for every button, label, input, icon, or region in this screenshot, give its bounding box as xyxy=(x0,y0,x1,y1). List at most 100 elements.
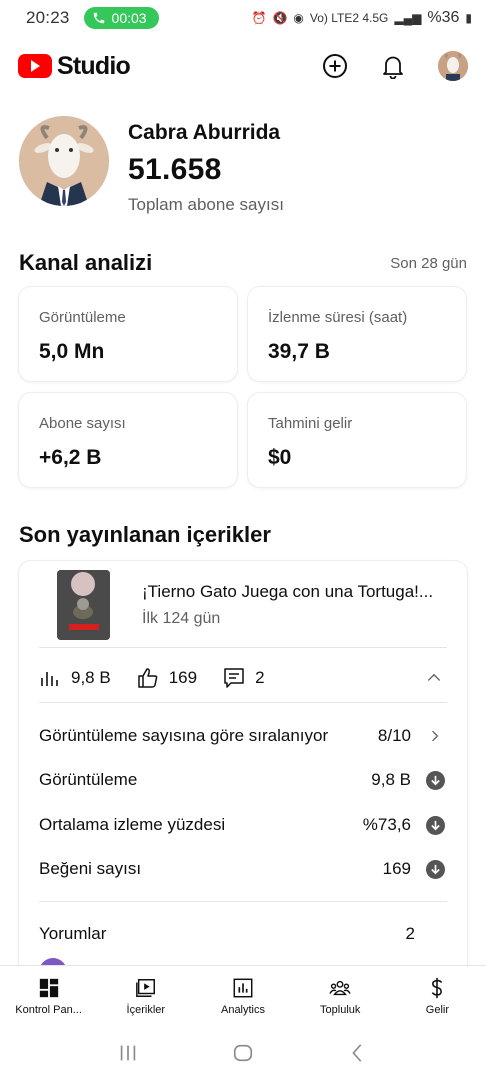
notifications-button[interactable] xyxy=(380,53,406,79)
account-avatar[interactable] xyxy=(438,51,468,81)
comments-count: 2 xyxy=(405,924,415,943)
community-icon xyxy=(328,976,352,1000)
metric-row-avg-percent[interactable]: Ortalama izleme yüzdesi %73,6 xyxy=(39,810,445,840)
status-time: 20:23 xyxy=(26,8,70,27)
nav-label: İçerikler xyxy=(126,1004,166,1016)
metric-value: 169 xyxy=(382,859,411,878)
nav-label: Analytics xyxy=(220,1004,266,1016)
metric-card-value: 39,7 B xyxy=(268,340,330,363)
nav-community[interactable]: Topluluk xyxy=(292,966,389,1025)
metric-label: Beğeni sayısı xyxy=(39,859,142,878)
nav-label: Gelir xyxy=(425,1004,450,1016)
metric-card-label: Görüntüleme xyxy=(39,309,126,326)
arrow-down-icon xyxy=(425,815,445,835)
subscriber-label: Toplam abone sayısı xyxy=(128,195,284,214)
metric-card-views[interactable]: Görüntüleme 5,0 Mn xyxy=(19,287,237,381)
logo-text: Studio xyxy=(57,51,131,80)
divider xyxy=(39,901,447,902)
metric-card-value: +6,2 B xyxy=(39,446,102,469)
bottom-nav: Kontrol Pan... İçerikler Analytics Toplu… xyxy=(0,965,486,1025)
ranking-row[interactable]: Görüntüleme sayısına göre sıralanıyor 8/… xyxy=(39,721,445,751)
video-thumbnail[interactable] xyxy=(57,570,110,640)
alarm-icon: ⏰ xyxy=(251,11,267,25)
nav-label: Kontrol Pan... xyxy=(15,1004,82,1016)
likes-stat: 169 xyxy=(137,667,197,689)
nav-earn[interactable]: Gelir xyxy=(389,966,486,1025)
hotspot-icon: ◉ xyxy=(293,11,304,25)
metric-card-value: 5,0 Mn xyxy=(39,340,105,363)
channel-header: Cabra Aburrida 51.658 Toplam abone sayıs… xyxy=(19,116,284,215)
video-item[interactable]: ¡Tierno Gato Juega con una Tortuga!... İ… xyxy=(57,569,447,641)
analytics-icon xyxy=(231,976,255,1000)
metric-row-views[interactable]: Görüntüleme 9,8 B xyxy=(39,765,445,795)
app-bar: Studio xyxy=(0,44,486,88)
collapse-button[interactable] xyxy=(423,667,445,689)
studio-logo[interactable]: Studio xyxy=(18,51,131,81)
home-icon[interactable] xyxy=(231,1041,255,1065)
metric-row-likes[interactable]: Beğeni sayısı 169 xyxy=(39,854,445,884)
ranking-value: 8/10 xyxy=(377,726,411,745)
earn-icon xyxy=(425,976,449,1000)
recent-apps-icon[interactable] xyxy=(116,1041,140,1065)
thumbs-up-icon xyxy=(137,668,158,688)
status-bar: 20:23 00:03 ⏰ 🔇 ◉ Vo) LTE2 4.5G ▂▄▆ %36 … xyxy=(0,0,486,36)
channel-avatar[interactable] xyxy=(19,116,109,206)
nav-label: Topluluk xyxy=(320,1004,361,1016)
video-title: ¡Tierno Gato Juega con una Tortuga!... xyxy=(142,582,434,601)
arrow-down-icon xyxy=(425,770,445,790)
chevron-up-icon xyxy=(427,673,441,681)
recent-content-card: ¡Tierno Gato Juega con una Tortuga!... İ… xyxy=(19,561,467,981)
likes-value: 169 xyxy=(168,668,198,687)
views-stat: 9,8 B xyxy=(39,667,111,689)
battery-icon: ▮ xyxy=(465,11,472,25)
metric-card-value: $0 xyxy=(268,446,292,469)
channel-name: Cabra Aburrida xyxy=(128,121,281,144)
dashboard-icon xyxy=(37,976,61,1000)
metric-label: Görüntüleme xyxy=(39,770,138,789)
bar-chart-icon xyxy=(41,672,58,686)
phone-icon xyxy=(93,12,104,24)
metric-card-label: İzlenme süresi (saat) xyxy=(268,309,408,326)
ranking-label: Görüntüleme sayısına göre sıralanıyor xyxy=(39,726,329,745)
bell-icon xyxy=(383,56,403,79)
comments-stat: 2 xyxy=(223,667,265,689)
status-icons: ⏰ 🔇 ◉ Vo) LTE2 4.5G ▂▄▆ %36 ▮ xyxy=(252,9,473,27)
metric-card-label: Tahmini gelir xyxy=(268,415,353,432)
ongoing-call-pill[interactable]: 00:03 xyxy=(83,7,159,29)
metric-card-revenue[interactable]: Tahmini gelir $0 xyxy=(248,393,466,487)
metric-value: 9,8 B xyxy=(371,770,411,789)
subscriber-count: 51.658 xyxy=(128,153,222,186)
content-icon xyxy=(134,976,158,1000)
comments-value: 2 xyxy=(255,668,265,687)
goat-avatar-icon xyxy=(438,51,468,81)
metric-card-subscribers[interactable]: Abone sayısı +6,2 B xyxy=(19,393,237,487)
create-button[interactable] xyxy=(322,53,348,79)
metric-label: Ortalama izleme yüzdesi xyxy=(39,815,226,834)
video-age: İlk 124 gün xyxy=(142,610,221,627)
metric-card-watch-time[interactable]: İzlenme süresi (saat) 39,7 B xyxy=(248,287,466,381)
metric-card-label: Abone sayısı xyxy=(39,415,126,432)
nav-content[interactable]: İçerikler xyxy=(97,966,194,1025)
signal-icon: ▂▄▆ xyxy=(394,11,422,25)
system-nav-bar xyxy=(0,1025,486,1080)
metric-value: %73,6 xyxy=(362,815,411,834)
divider xyxy=(39,702,447,703)
analytics-header: Kanal analizi Son 28 gün xyxy=(19,250,467,276)
add-circle-icon xyxy=(323,54,347,78)
video-stats-row: 9,8 B 169 2 xyxy=(39,661,447,695)
chevron-right-icon xyxy=(425,726,445,746)
network-indicator: Vo) LTE2 4.5G xyxy=(309,11,389,25)
nav-dashboard[interactable]: Kontrol Pan... xyxy=(0,966,97,1025)
youtube-play-icon xyxy=(18,54,52,78)
arrow-down-icon xyxy=(425,859,445,879)
divider xyxy=(39,647,447,648)
comments-row[interactable]: Yorumlar 2 xyxy=(39,919,415,949)
views-value: 9,8 B xyxy=(71,668,111,687)
analytics-title: Kanal analizi xyxy=(19,250,153,275)
recent-title: Son yayınlanan içerikler xyxy=(19,522,271,547)
recent-header: Son yayınlanan içerikler xyxy=(19,522,467,548)
mute-icon: 🔇 xyxy=(272,11,288,25)
nav-analytics[interactable]: Analytics xyxy=(194,966,291,1025)
comment-icon xyxy=(224,668,244,688)
back-icon[interactable] xyxy=(346,1041,370,1065)
